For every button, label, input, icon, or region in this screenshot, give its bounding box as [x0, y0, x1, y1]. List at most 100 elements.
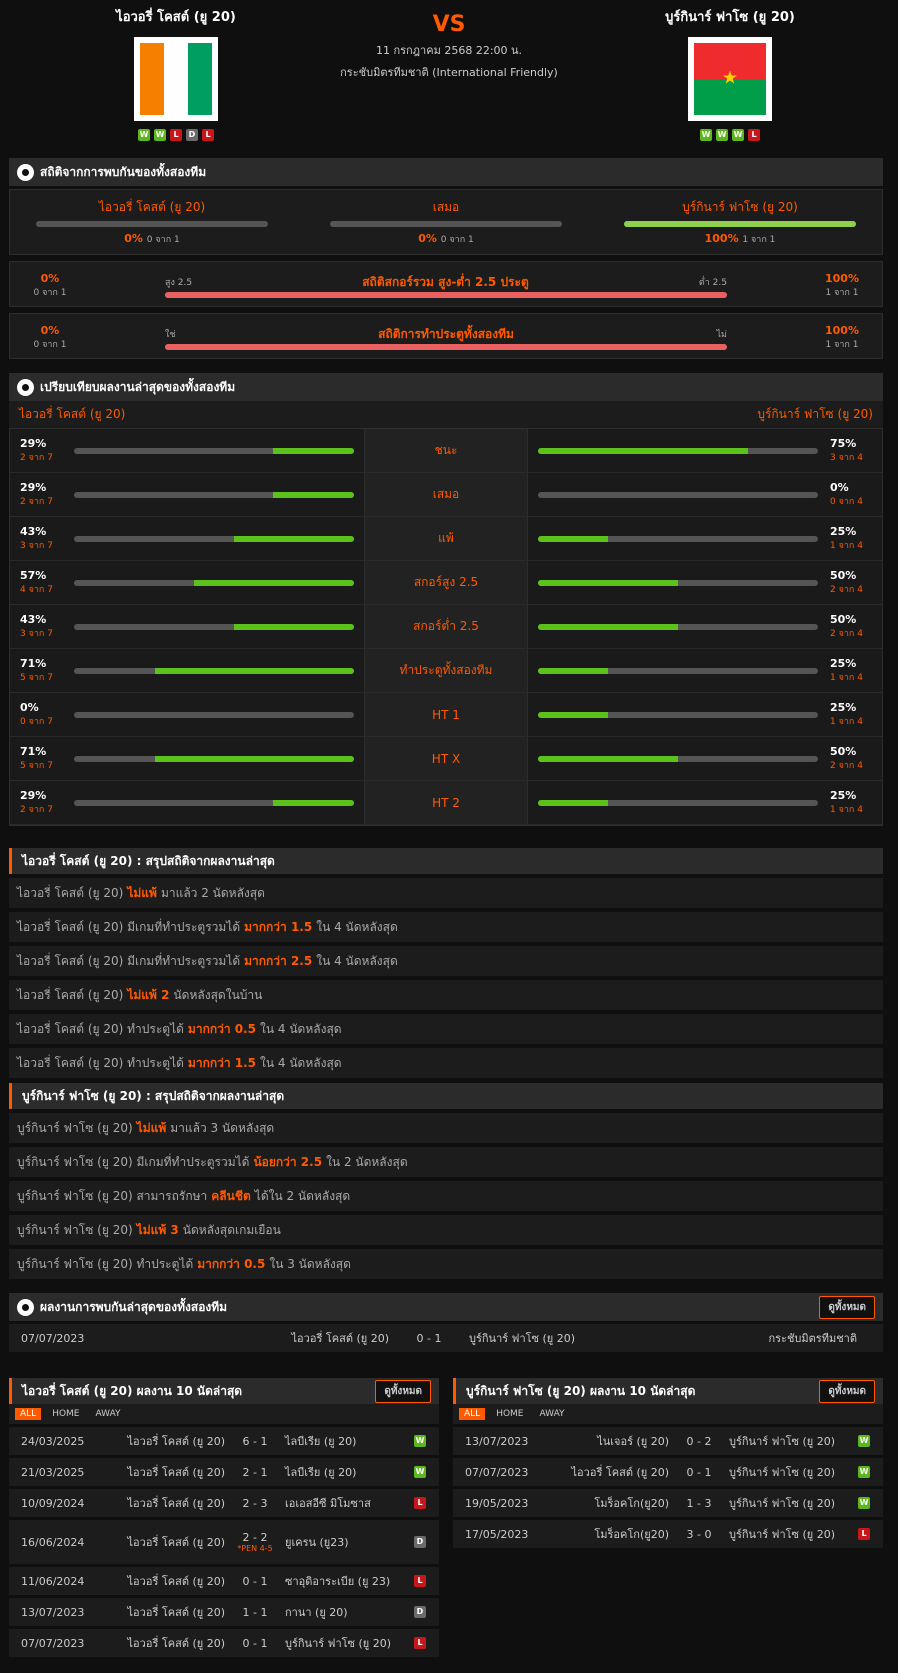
home-last10-list: 24/03/2025 ไอวอรี่ โคสต์ (ยู 20) 6 - 1 ไลบี…	[9, 1427, 439, 1657]
away-team[interactable]: บูร์กินาร์ ฟาโซ (ยู 20) ★ WWWL	[640, 6, 820, 141]
match-result: W	[405, 1435, 435, 1447]
compare-away-fill	[538, 755, 678, 762]
compare-home-side: 29% 2 จาก 7	[10, 473, 364, 516]
h2h-result-row[interactable]: 07/07/2023 ไอวอรี่ โคสต์ (ยู 20) 0 - 1 บูร์…	[9, 1324, 883, 1352]
compare-label: HT 2	[364, 781, 528, 824]
summary-highlight: มากกว่า 0.5	[187, 1021, 257, 1036]
home-summary-list: ไอวอรี่ โคสต์ (ยู 20) ไม่แพ้ มาแล้ว 2 นัดห…	[9, 878, 883, 1078]
summary-text: ไอวอรี่ โคสต์ (ยู 20) ทำประตูได้	[17, 1021, 184, 1036]
over-under-stats: 0% 0 จาก 1 สูง 2.5 สถิติสกอร์รวม สูง-ต่ำ …	[9, 261, 883, 307]
compare-home-value: 29% 2 จาก 7	[20, 789, 62, 816]
form-badge-L: L	[170, 129, 182, 141]
ou-left-pct: 0%	[40, 272, 60, 285]
result-badge-D: D	[414, 1536, 426, 1548]
compare-away-pct: 25%	[830, 657, 857, 670]
section-title: เปรียบเทียบผลงานล่าสุดของทั้งสองทีม	[40, 379, 236, 394]
match-row[interactable]: 13/07/2023 ไอวอรี่ โคสต์ (ยู 20) 1 - 1 กานา…	[9, 1598, 439, 1626]
compare-home-pct: 29%	[20, 437, 47, 450]
form-badge-W: W	[700, 129, 712, 141]
summary-text: ไอวอรี่ โคสต์ (ยู 20)	[17, 987, 124, 1002]
compare-home-side: 43% 3 จาก 7	[10, 517, 364, 560]
match-result: W	[849, 1497, 879, 1509]
compare-home-pct: 43%	[20, 525, 47, 538]
compare-away-value: 50% 2 จาก 4	[830, 613, 872, 640]
tab-all[interactable]: ALL	[459, 1408, 486, 1420]
summary-text: ใน 4 นัดหลังสุด	[316, 953, 398, 968]
view-all-button[interactable]: ดูทั้งหมด	[819, 1295, 875, 1319]
compare-label: เสมอ	[364, 473, 528, 516]
match-row[interactable]: 17/05/2023 โมร็อคโก(ยู20) 3 - 0 บูร์กินาร์ …	[453, 1520, 883, 1548]
tab-home[interactable]: HOME	[491, 1408, 528, 1420]
view-all-button[interactable]: ดูทั้งหมด	[819, 1379, 875, 1403]
compare-away-bar	[538, 711, 818, 718]
summary-row: ไอวอรี่ โคสต์ (ยู 20) ทำประตูได้ มากกว่า …	[9, 1014, 883, 1044]
compare-row: 29% 2 จาก 7 เสมอ 0% 0 จาก 4	[10, 473, 882, 517]
summary-text: ไอวอรี่ โคสต์ (ยู 20)	[17, 885, 124, 900]
result-badge-W: W	[414, 1466, 426, 1478]
away-summary-header: บูร์กินาร์ ฟาโซ (ยู 20) : สรุปสถิติจากผล…	[9, 1083, 883, 1109]
compare-row: 43% 3 จาก 7 สกอร์ต่ำ 2.5 50% 2 จาก 4	[10, 605, 882, 649]
match-date: 11/06/2024	[21, 1574, 85, 1588]
ou-bar	[165, 292, 727, 298]
match-score: 0 - 1	[686, 1465, 712, 1479]
summary-highlight: มากกว่า 1.5	[187, 1055, 257, 1070]
section-title: ไอวอรี่ โคสต์ (ยู 20) ผลงาน 10 นัดล่าสุด	[22, 1383, 243, 1398]
compare-away-fill	[538, 535, 608, 542]
match-away: บูร์กินาร์ ฟาโซ (ยู 20)	[285, 1637, 392, 1650]
compare-away-value: 25% 1 จาก 4	[830, 789, 872, 816]
result-badge-L: L	[414, 1637, 426, 1649]
match-row[interactable]: 13/07/2023 ไนเจอร์ (ยู 20) 0 - 2 บูร์กินาร์…	[453, 1427, 883, 1455]
compare-home-label: ไอวอรี่ โคสต์ (ยู 20)	[19, 407, 126, 421]
match-row[interactable]: 16/06/2024 ไอวอรี่ โคสต์ (ยู 20) 2 - 2 *PEN…	[9, 1520, 439, 1564]
compare-home-fill	[155, 755, 354, 762]
match-row[interactable]: 24/03/2025 ไอวอรี่ โคสต์ (ยู 20) 6 - 1 ไลบี…	[9, 1427, 439, 1455]
compare-home-pct: 29%	[20, 789, 47, 802]
match-row[interactable]: 07/07/2023 ไอวอรี่ โคสต์ (ยู 20) 0 - 1 บูร์…	[9, 1629, 439, 1657]
compare-team-labels: ไอวอรี่ โคสต์ (ยู 20) บูร์กินาร์ ฟาโซ (ย…	[9, 401, 883, 428]
tab-away[interactable]: AWAY	[91, 1408, 126, 1420]
summary-row: ไอวอรี่ โคสต์ (ยู 20) มีเกมที่ทำประตูรวม…	[9, 946, 883, 976]
compare-home-pct: 71%	[20, 745, 47, 758]
compare-home-bar	[74, 535, 354, 542]
summary-text: บูร์กินาร์ ฟาโซ (ยู 20) สามารถรักษา	[17, 1188, 208, 1203]
compare-home-side: 29% 2 จาก 7	[10, 781, 364, 824]
h2h-away-label: บูร์กินาร์ ฟาโซ (ยู 20)	[682, 200, 798, 214]
match-row[interactable]: 07/07/2023 ไอวอรี่ โคสต์ (ยู 20) 0 - 1 บูร์…	[453, 1458, 883, 1486]
summary-text: นัดหลังสุดในบ้าน	[173, 987, 263, 1002]
match-row[interactable]: 10/09/2024 ไอวอรี่ โคสต์ (ยู 20) 2 - 3 เอเอ…	[9, 1489, 439, 1517]
form-badge-L: L	[748, 129, 760, 141]
summary-row: ไอวอรี่ โคสต์ (ยู 20) ทำประตูได้ มากกว่า …	[9, 1048, 883, 1078]
compare-home-fill	[233, 623, 354, 630]
summary-row: บูร์กินาร์ ฟาโซ (ยู 20) มีเกมที่ทำประตูร…	[9, 1147, 883, 1177]
match-row[interactable]: 11/06/2024 ไอวอรี่ โคสต์ (ยู 20) 0 - 1 ซาอุ…	[9, 1567, 439, 1595]
result-badge-W: W	[414, 1435, 426, 1447]
summary-highlight: มากกว่า 1.5	[244, 919, 313, 934]
match-header: ไอวอรี่ โคสต์ (ยู 20) WWLDL VS 11 กรกฎาค…	[0, 0, 898, 150]
compare-away-side: 25% 1 จาก 4	[528, 693, 882, 736]
compare-away-count: 2 จาก 4	[830, 761, 863, 771]
compare-home-count: 4 จาก 7	[20, 585, 53, 595]
h2h-away-col: บูร์กินาร์ ฟาโซ (ยู 20) 100% 1 จาก 1	[624, 198, 856, 246]
compare-home-pct: 0%	[20, 701, 39, 714]
view-all-button[interactable]: ดูทั้งหมด	[375, 1379, 431, 1403]
soccer-ball-icon	[17, 378, 34, 396]
match-row[interactable]: 19/05/2023 โมร็อคโก(ยู20) 1 - 3 บูร์กินาร์ …	[453, 1489, 883, 1517]
compare-home-pct: 57%	[20, 569, 47, 582]
summary-highlight: มากกว่า 0.5	[197, 1256, 266, 1271]
home-last10-section: ไอวอรี่ โคสต์ (ยู 20) ผลงาน 10 นัดล่าสุด…	[9, 1378, 439, 1657]
ou-left-count: 0 จาก 1	[33, 288, 67, 298]
away-last10-header: บูร์กินาร์ ฟาโซ (ยู 20) ผลงาน 10 นัดล่าส…	[453, 1378, 883, 1404]
soccer-ball-icon	[17, 163, 34, 181]
tab-all[interactable]: ALL	[15, 1408, 42, 1420]
compare-away-bar	[538, 579, 818, 586]
star-icon: ★	[721, 67, 739, 89]
match-row[interactable]: 21/03/2025 ไอวอรี่ โคสต์ (ยู 20) 2 - 1 ไลบี…	[9, 1458, 439, 1486]
tab-home[interactable]: HOME	[47, 1408, 84, 1420]
compare-home-count: 2 จาก 7	[20, 497, 53, 507]
tab-away[interactable]: AWAY	[535, 1408, 570, 1420]
result-badge-W: W	[858, 1435, 870, 1447]
compare-away-count: 1 จาก 4	[830, 541, 863, 551]
match-away: ยูเครน (ยู23)	[285, 1536, 349, 1549]
away-form: WWWL	[640, 129, 820, 141]
match-away: บูร์กินาร์ ฟาโซ (ยู 20)	[729, 1497, 836, 1510]
